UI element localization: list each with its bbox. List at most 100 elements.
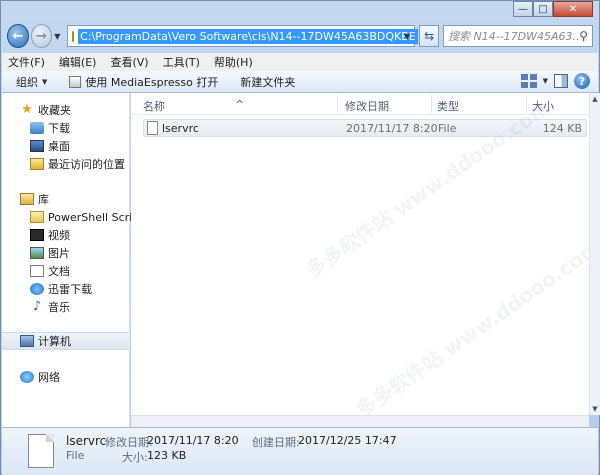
sidebar-item-music[interactable]: ♪ 音乐 bbox=[30, 298, 130, 316]
details-type: File bbox=[66, 449, 85, 462]
sidebar-item-documents[interactable]: 文档 bbox=[30, 262, 130, 280]
preview-pane-icon[interactable] bbox=[554, 74, 568, 88]
sidebar-item-desktop[interactable]: 桌面 bbox=[30, 137, 130, 155]
column-modified[interactable]: 修改日期 bbox=[345, 98, 389, 114]
sidebar-item-label: 图片 bbox=[48, 247, 70, 260]
sidebar-item-label: 最近访问的位置 bbox=[48, 158, 125, 171]
sidebar-item-favorites[interactable]: ★ 收藏夹 bbox=[20, 101, 130, 119]
recent-places-icon bbox=[30, 158, 44, 170]
recent-pages-dropdown[interactable]: ▼ bbox=[54, 32, 63, 41]
sidebar-item-label: 音乐 bbox=[48, 301, 70, 314]
file-type: File bbox=[438, 122, 457, 135]
back-button[interactable]: ← bbox=[7, 24, 29, 48]
details-size-label: 大小: bbox=[122, 451, 148, 464]
downloads-icon bbox=[30, 122, 44, 134]
details-created: 2017/12/25 17:47 bbox=[298, 434, 397, 447]
pictures-icon bbox=[30, 247, 44, 259]
sidebar-item-label: 迅雷下载 bbox=[48, 283, 92, 296]
menu-bar: 文件(F) 编辑(E) 查看(V) 工具(T) 帮助(H) bbox=[2, 53, 598, 71]
sidebar-item-downloads[interactable]: 下载 bbox=[30, 119, 130, 137]
file-modified: 2017/11/17 8:20 bbox=[346, 122, 438, 135]
address-path[interactable]: C:\ProgramData\Vero Software\cls\N14--17… bbox=[78, 28, 418, 44]
address-bar[interactable]: C:\ProgramData\Vero Software\cls\N14--17… bbox=[67, 25, 418, 47]
maximize-button[interactable]: □ bbox=[533, 1, 553, 17]
new-folder-button[interactable]: 新建文件夹 bbox=[240, 74, 295, 90]
scroll-up-icon[interactable]: ▲ bbox=[590, 93, 600, 105]
arrow-left-icon: ← bbox=[12, 28, 24, 44]
sort-caret-icon: ^ bbox=[235, 98, 245, 111]
column-headers: ^ 名称 修改日期 类型 大小 bbox=[131, 93, 589, 115]
vertical-scrollbar[interactable]: ▲ ▼ bbox=[589, 93, 600, 415]
menu-edit[interactable]: 编辑(E) bbox=[59, 54, 97, 70]
file-icon bbox=[28, 434, 54, 468]
sidebar-item-libraries[interactable]: 库 bbox=[20, 190, 130, 208]
sidebar-item-label: 计算机 bbox=[38, 335, 71, 348]
sidebar-item-label: 下载 bbox=[48, 122, 70, 135]
file-name: lservrc bbox=[162, 122, 199, 135]
minimize-button[interactable]: — bbox=[513, 1, 533, 17]
new-folder-label: 新建文件夹 bbox=[240, 75, 296, 89]
change-view-icon[interactable] bbox=[520, 74, 537, 88]
sidebar-item-label: 库 bbox=[38, 193, 49, 206]
horizontal-scrollbar[interactable] bbox=[131, 415, 589, 427]
table-row[interactable]: lservrc 2017/11/17 8:20 File 124 KB bbox=[143, 119, 587, 137]
music-icon: ♪ bbox=[32, 299, 42, 314]
details-size: 123 KB bbox=[147, 449, 187, 462]
column-divider[interactable] bbox=[431, 95, 432, 113]
sidebar-item-videos[interactable]: 视频 bbox=[30, 226, 130, 244]
folder-icon bbox=[72, 30, 75, 42]
column-divider[interactable] bbox=[526, 95, 527, 113]
details-modified-label: 修改日期: bbox=[105, 436, 153, 449]
column-name[interactable]: 名称 bbox=[143, 98, 165, 114]
close-button[interactable]: ✕ bbox=[553, 1, 593, 17]
sidebar-item-label: 文档 bbox=[48, 265, 70, 278]
open-with-button[interactable]: 使用 MediaEspresso 打开 bbox=[69, 74, 218, 90]
open-with-label: 使用 MediaEspresso 打开 bbox=[85, 75, 219, 89]
sidebar-item-label: 网络 bbox=[38, 371, 60, 384]
menu-tools[interactable]: 工具(T) bbox=[163, 54, 200, 70]
command-bar: 组织 ▼ 使用 MediaEspresso 打开 新建文件夹 ▼ ? bbox=[2, 71, 598, 93]
arrow-right-icon: → bbox=[35, 28, 47, 44]
organize-label: 组织 bbox=[16, 75, 38, 89]
column-type[interactable]: 类型 bbox=[437, 98, 459, 114]
libraries-icon bbox=[20, 193, 34, 205]
star-icon: ★ bbox=[21, 102, 33, 117]
forward-button[interactable]: → bbox=[30, 24, 53, 48]
view-controls: ▼ ? bbox=[520, 73, 590, 89]
sidebar-item-computer[interactable]: 计算机 bbox=[2, 332, 130, 350]
sidebar-item-recent[interactable]: 最近访问的位置 bbox=[30, 155, 130, 173]
watermark: 多多软件站 www.ddooo.com bbox=[351, 234, 600, 423]
menu-file[interactable]: 文件(F) bbox=[8, 54, 45, 70]
help-icon[interactable]: ? bbox=[574, 73, 590, 89]
sidebar-item-powershell[interactable]: PowerShell Scripts bbox=[30, 208, 149, 226]
explorer-window: — □ ✕ ← → ▼ C:\ProgramData\Vero Software… bbox=[0, 0, 600, 475]
refresh-button[interactable]: ⇆ bbox=[419, 25, 440, 47]
sidebar-item-pictures[interactable]: 图片 bbox=[30, 244, 130, 262]
video-icon bbox=[30, 229, 44, 241]
sidebar-item-xunlei[interactable]: 迅雷下载 bbox=[30, 280, 130, 298]
menu-view[interactable]: 查看(V) bbox=[110, 54, 148, 70]
scroll-down-icon[interactable]: ▼ bbox=[590, 403, 600, 415]
file-list: ^ 名称 修改日期 类型 大小 lservrc 2017/11/17 8:20 … bbox=[131, 93, 600, 422]
search-input[interactable]: 搜索 N14--17DW45A63... ⚲ bbox=[443, 25, 594, 47]
chevron-down-icon: ▼ bbox=[42, 77, 48, 86]
documents-icon bbox=[30, 265, 44, 277]
search-placeholder: 搜索 N14--17DW45A63... bbox=[448, 30, 580, 43]
details-created-label: 创建日期: bbox=[252, 436, 300, 449]
file-size: 124 KB bbox=[542, 122, 582, 135]
address-dropdown-icon[interactable]: ▼ bbox=[404, 32, 410, 41]
search-icon[interactable]: ⚲ bbox=[579, 29, 588, 43]
sidebar-item-network[interactable]: 网络 bbox=[20, 368, 130, 386]
app-icon bbox=[69, 75, 82, 88]
sidebar-item-label: 视频 bbox=[48, 229, 70, 242]
organize-button[interactable]: 组织 ▼ bbox=[16, 74, 47, 90]
details-name: lservrc bbox=[66, 434, 107, 448]
column-divider[interactable] bbox=[337, 95, 338, 113]
view-dropdown-icon[interactable]: ▼ bbox=[543, 77, 548, 85]
sidebar-item-label: 收藏夹 bbox=[38, 104, 71, 117]
menu-help[interactable]: 帮助(H) bbox=[214, 54, 253, 70]
computer-icon bbox=[20, 335, 34, 347]
details-pane: lservrc 修改日期: 2017/11/17 8:20 创建日期: 2017… bbox=[2, 427, 598, 475]
desktop-icon bbox=[30, 140, 44, 152]
column-size[interactable]: 大小 bbox=[532, 98, 554, 114]
